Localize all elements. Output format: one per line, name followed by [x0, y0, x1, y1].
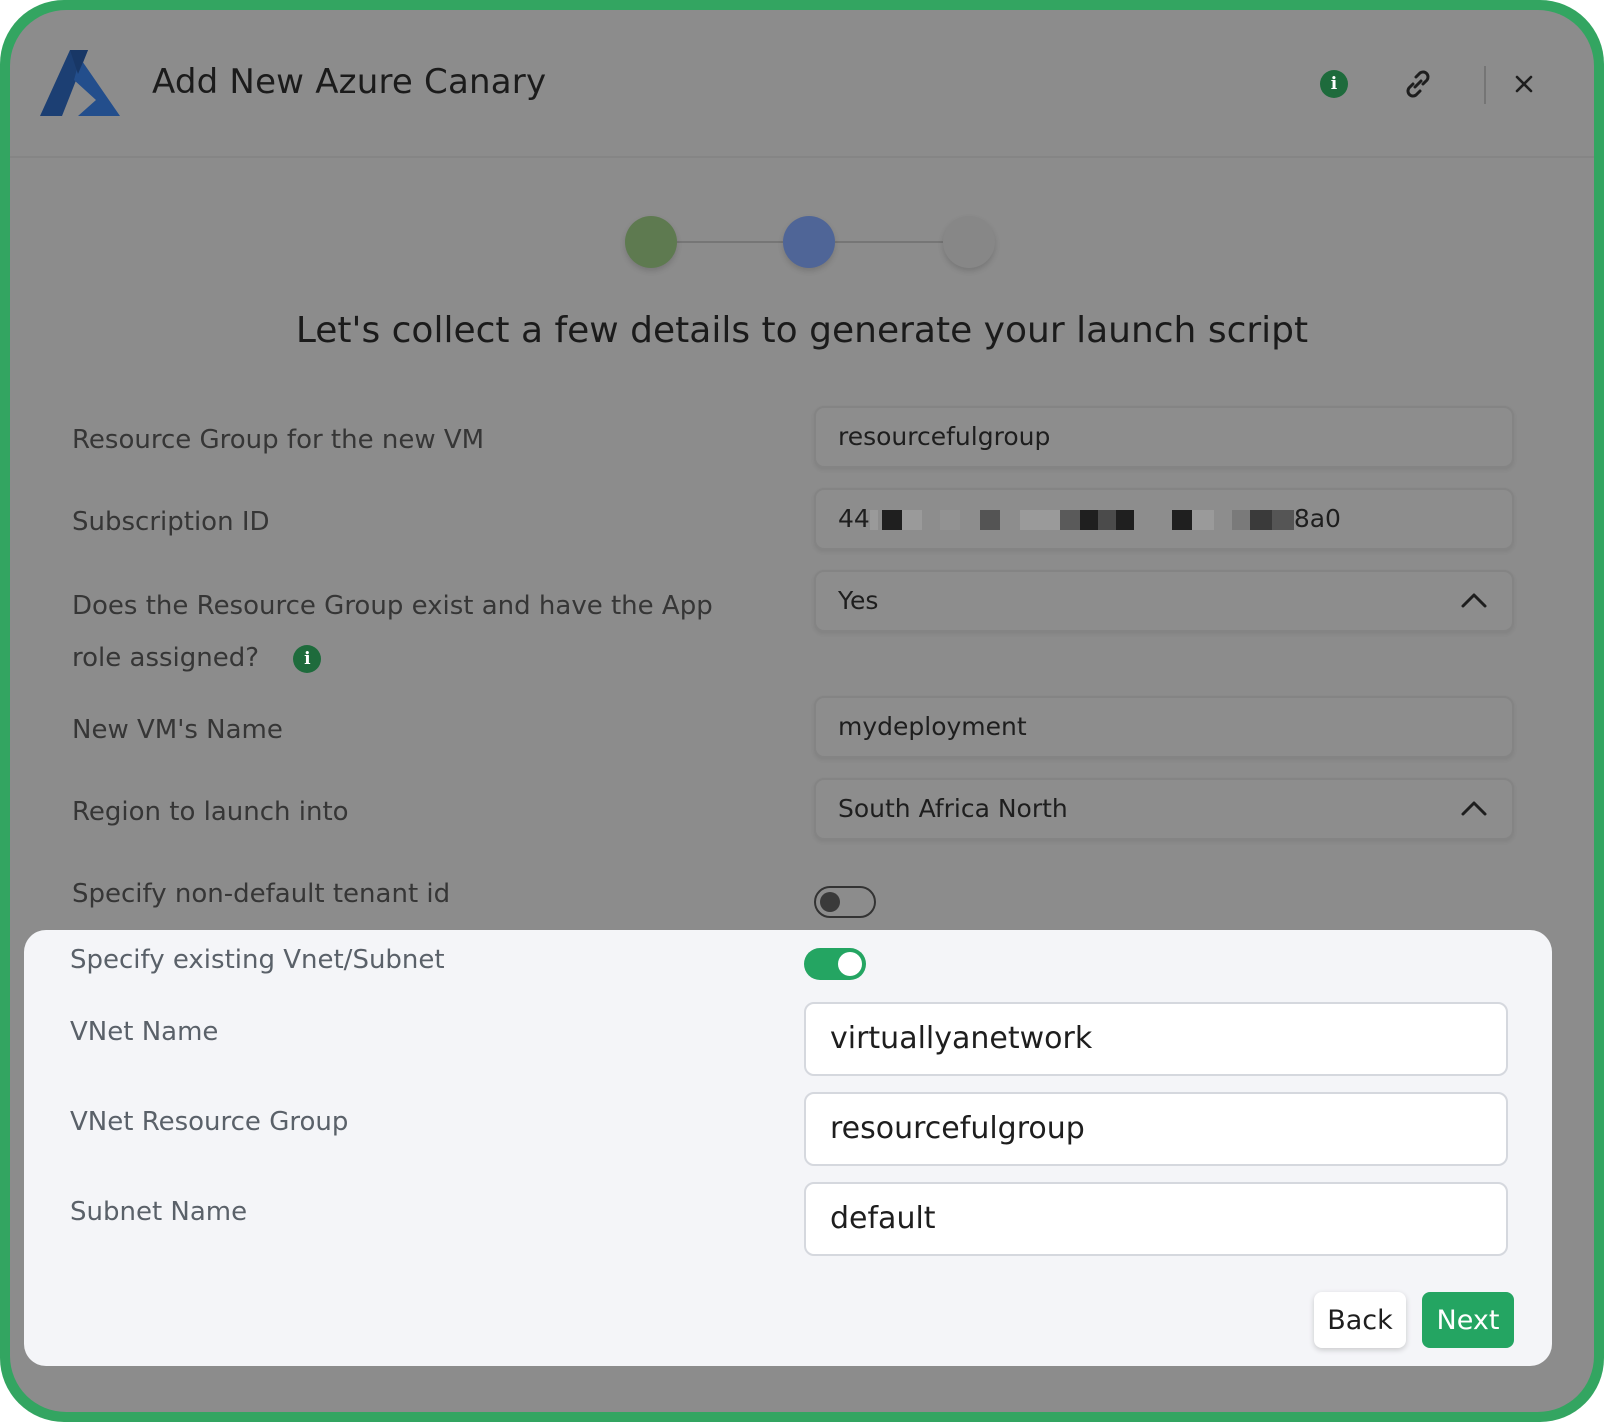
back-button[interactable]: Back [1314, 1292, 1406, 1348]
vnet-rg-value: resourcefulgroup [830, 1111, 1085, 1146]
redacted-block [1059, 510, 1080, 530]
next-button[interactable]: Next [1422, 1292, 1514, 1348]
region-value: South Africa North [838, 794, 1068, 823]
close-glyph [1515, 75, 1533, 93]
vnet-rg-input[interactable]: resourcefulgroup [804, 1092, 1508, 1166]
rg-exists-label-line2-row: role assigned? i [72, 632, 322, 684]
subscription-id-suffix: 8a0 [1293, 504, 1341, 533]
step-2-current [783, 216, 835, 268]
redacted-block [1115, 510, 1134, 530]
stepper-connector [835, 241, 943, 243]
rg-exists-value: Yes [838, 586, 879, 615]
redacted-block [1191, 510, 1214, 530]
window-frame: Add New Azure Canary i Let's collect a f… [0, 0, 1604, 1422]
subnet-name-value: default [830, 1201, 936, 1236]
redacted-block [979, 510, 1000, 530]
header-divider [1484, 66, 1486, 104]
redacted-block [1171, 510, 1192, 530]
region-select[interactable]: South Africa North [814, 778, 1514, 840]
redacted-block [1097, 510, 1116, 530]
redacted-block [881, 510, 902, 530]
vnet-panel: Specify existing Vnet/Subnet VNet Name v… [24, 930, 1552, 1366]
resource-group-label: Resource Group for the new VM [72, 425, 485, 455]
vm-name-label: New VM's Name [72, 715, 283, 745]
step-3-upcoming [943, 216, 995, 268]
vnet-name-input[interactable]: virtuallyanetwork [804, 1002, 1508, 1076]
vm-name-input[interactable]: mydeployment [814, 696, 1514, 758]
azure-logo-icon [40, 50, 120, 116]
chevron-up-icon [1461, 593, 1487, 608]
vnet-toggle-switch[interactable] [804, 948, 866, 980]
vm-name-value: mydeployment [838, 712, 1027, 741]
redacted-block [1019, 510, 1060, 530]
resource-group-input[interactable]: resourcefulgroup [814, 406, 1514, 468]
rg-exists-select[interactable]: Yes [814, 570, 1514, 632]
redacted-block [939, 510, 960, 530]
rg-exists-label-line2: role assigned? [72, 643, 260, 673]
subnet-name-input[interactable]: default [804, 1182, 1508, 1256]
chevron-up-icon [1461, 801, 1487, 816]
redacted-block [1079, 510, 1098, 530]
toggle-knob [838, 952, 862, 976]
info-badge: i [1320, 70, 1348, 98]
page-subtitle: Let's collect a few details to generate … [295, 310, 1309, 351]
redacted-block [869, 510, 878, 530]
vnet-name-label: VNet Name [70, 1017, 219, 1047]
subscription-id-label: Subscription ID [72, 507, 270, 537]
redacted-block [901, 510, 922, 530]
redacted-block [1249, 510, 1272, 530]
link-glyph [1406, 70, 1430, 98]
link-icon[interactable] [1400, 66, 1436, 102]
tenant-toggle-switch[interactable] [814, 886, 876, 918]
redacted-block [1231, 510, 1250, 530]
step-1-complete [625, 216, 677, 268]
info-icon[interactable]: i [293, 644, 322, 673]
modal-header: Add New Azure Canary i [10, 10, 1594, 158]
subscription-id-prefix: 44 [838, 504, 870, 533]
tenant-toggle-label: Specify non-default tenant id [72, 879, 451, 909]
vnet-toggle-label: Specify existing Vnet/Subnet [70, 945, 445, 975]
resource-group-value: resourcefulgroup [838, 422, 1051, 451]
subscription-id-input[interactable]: 44 8a0 [814, 488, 1514, 550]
toggle-knob [820, 892, 840, 912]
redacted-block [1271, 510, 1294, 530]
vnet-name-value: virtuallyanetwork [830, 1021, 1093, 1056]
rg-exists-label-line1: Does the Resource Group exist and have t… [72, 591, 713, 621]
stepper-connector [677, 241, 783, 243]
vnet-rg-label: VNet Resource Group [70, 1107, 349, 1137]
modal-title: Add New Azure Canary [152, 62, 547, 102]
subnet-name-label: Subnet Name [70, 1197, 248, 1227]
region-label: Region to launch into [72, 797, 349, 827]
info-icon[interactable]: i [1316, 66, 1352, 102]
close-icon[interactable] [1506, 66, 1542, 102]
